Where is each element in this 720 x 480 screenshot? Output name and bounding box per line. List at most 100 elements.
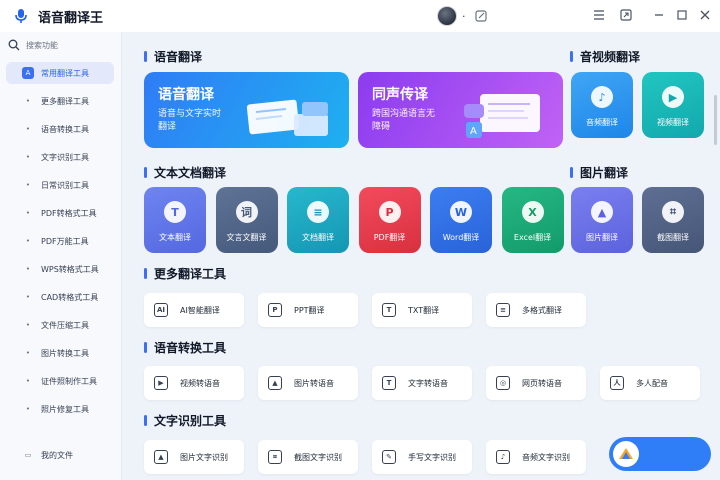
ocr-tools-card[interactable]: ✎ 手写文字识别 — [372, 440, 472, 474]
section-title-image-translate: 图片翻译 — [570, 164, 628, 181]
voice-tools-card[interactable]: ▲ 图片转语音 — [258, 366, 358, 400]
sidebar-item-4[interactable]: • 文字识别工具 — [6, 146, 114, 168]
user-name[interactable]: . — [462, 7, 466, 20]
more-tools-card[interactable]: P PPT翻译 — [258, 293, 358, 327]
compress-icon: • — [25, 321, 31, 329]
sidebar-item-label: 证件照制作工具 — [41, 376, 97, 386]
tile-av-1-icon: ♪ — [591, 86, 613, 108]
tool-icon: T — [382, 376, 396, 390]
microphone-icon — [12, 7, 30, 25]
ocr-tools-card[interactable]: ⌗ 截图文字识别 — [258, 440, 358, 474]
tool-label: 截图文字识别 — [294, 452, 342, 462]
voice-tools-card[interactable]: T 文字转语音 — [372, 366, 472, 400]
tool-label: 文字转语音 — [408, 378, 448, 388]
wps-icon: • — [25, 265, 31, 273]
voice-tools-card[interactable]: 人 多人配音 — [600, 366, 700, 400]
id-photo-icon: • — [25, 377, 31, 385]
tool-icon: ♪ — [496, 450, 510, 464]
sidebar-item-label: PDF转格式工具 — [41, 208, 97, 218]
ocr-tools-card[interactable]: ♪ 音频文字识别 — [486, 440, 586, 474]
sidebar-item-label: 常用翻译工具 — [41, 68, 89, 78]
voice-tools-card[interactable]: ◎ 网页转语音 — [486, 366, 586, 400]
scrollbar[interactable] — [714, 95, 717, 145]
section-title-doc-translate: 文本文档翻译 — [144, 164, 226, 181]
screenshot-icon[interactable] — [619, 8, 633, 22]
text-recognition-icon: • — [25, 153, 31, 161]
menu-icon[interactable] — [592, 8, 606, 22]
tile-image-1[interactable]: ▲ 图片翻译 — [571, 187, 633, 253]
sidebar-item-1[interactable]: A 常用翻译工具 — [6, 62, 114, 84]
section-title-av-translate: 音视频翻译 — [570, 48, 640, 65]
more-tools-card[interactable]: T TXT翻译 — [372, 293, 472, 327]
tool-label: 多人配音 — [636, 378, 668, 388]
tile-label: 文本翻译 — [159, 233, 191, 242]
sidebar-item-5[interactable]: • 日常识别工具 — [6, 174, 114, 196]
tile-label: PDF翻译 — [373, 233, 406, 242]
tile-doc-1[interactable]: T 文本翻译 — [144, 187, 206, 253]
tool-label: 图片转语音 — [294, 378, 334, 388]
chat-illustration-icon — [246, 99, 328, 136]
edit-icon[interactable] — [474, 8, 488, 22]
sidebar-item-6[interactable]: • PDF转格式工具 — [6, 202, 114, 224]
tile-doc-4-icon: P — [378, 201, 401, 223]
maximize-icon[interactable] — [675, 8, 689, 22]
tile-av-1[interactable]: ♪ 音频翻译 — [571, 72, 633, 138]
tile-doc-6-icon: X — [521, 201, 544, 223]
tile-image-2[interactable]: ⌗ 截图翻译 — [642, 187, 704, 253]
sidebar-item-11[interactable]: • 图片转换工具 — [6, 342, 114, 364]
voice-translate-banner[interactable]: 语音翻译 语音与文字实时 翻译 — [144, 72, 349, 148]
ocr-tools-card[interactable]: ▲ 图片文字识别 — [144, 440, 244, 474]
sidebar-item-2[interactable]: • 更多翻译工具 — [6, 90, 114, 112]
sidebar: 搜索功能 A 常用翻译工具 • 更多翻译工具 • 语音转换工具 • 文字识别工具 • 日常识别工具… — [0, 32, 122, 480]
tile-image-2-icon: ⌗ — [662, 201, 684, 223]
tool-icon: ◎ — [496, 376, 510, 390]
tile-doc-2[interactable]: 词文言文翻译 — [215, 187, 278, 253]
tile-doc-6[interactable]: X Excel翻译 — [501, 187, 564, 253]
sidebar-item-10[interactable]: • 文件压缩工具 — [6, 314, 114, 336]
tile-label: Word翻译 — [442, 233, 480, 242]
voice-tools-card[interactable]: ▶ 视频转语音 — [144, 366, 244, 400]
tile-doc-5[interactable]: W Word翻译 — [430, 187, 492, 253]
tile-av-2[interactable]: ▶ 视频翻译 — [642, 72, 704, 138]
interpretation-illustration-icon: A — [464, 94, 540, 138]
sidebar-item-my-files[interactable]: ▭ 我的文件 — [6, 444, 114, 466]
minimize-icon[interactable] — [652, 8, 666, 22]
tile-doc-3[interactable]: ≡ 文档翻译 — [287, 187, 349, 253]
tile-doc-5-icon: W — [450, 201, 472, 223]
tool-icon: 人 — [610, 376, 624, 390]
more-tools-card[interactable]: AI AI智能翻译 — [144, 293, 244, 327]
tool-icon: ▲ — [154, 450, 168, 464]
user-avatar[interactable] — [437, 6, 457, 26]
sidebar-item-label: CAD转格式工具 — [41, 292, 99, 302]
tile-label: 视频翻译 — [657, 118, 689, 127]
tile-doc-3-icon: ≡ — [307, 201, 329, 223]
more-tools-card[interactable]: ≡ 多格式翻译 — [486, 293, 586, 327]
sidebar-item-label: 图片转换工具 — [41, 348, 89, 358]
tool-icon: ▶ — [154, 376, 168, 390]
tile-label: 文档翻译 — [302, 233, 334, 242]
sidebar-item-7[interactable]: • PDF万能工具 — [6, 230, 114, 252]
tool-icon: ▲ — [268, 376, 282, 390]
sidebar-item-8[interactable]: • WPS转格式工具 — [6, 258, 114, 280]
tile-label: Excel翻译 — [513, 233, 552, 242]
sidebar-item-12[interactable]: • 证件照制作工具 — [6, 370, 114, 392]
sidebar-item-label: 语音转换工具 — [41, 124, 89, 134]
sidebar-item-13[interactable]: • 照片修复工具 — [6, 398, 114, 420]
sidebar-item-label: 文件压缩工具 — [41, 320, 89, 330]
logo-icon — [613, 441, 639, 467]
tile-label: 图片翻译 — [586, 233, 618, 242]
tool-label: TXT翻译 — [408, 305, 440, 315]
close-icon[interactable] — [698, 8, 712, 22]
sidebar-item-9[interactable]: • CAD转格式工具 — [6, 286, 114, 308]
tool-icon: P — [268, 303, 282, 317]
tile-image-1-icon: ▲ — [591, 201, 613, 223]
main-content: 语音翻译 音视频翻译 语音翻译 语音与文字实时 翻译 同声传译 跨国沟通语言无 障碍… — [122, 32, 720, 480]
search-input[interactable]: 搜索功能 — [26, 40, 58, 51]
image-convert-icon: • — [25, 349, 31, 357]
simultaneous-interpretation-banner[interactable]: 同声传译 跨国沟通语言无 障碍 A — [358, 72, 563, 148]
search-box[interactable]: 搜索功能 — [8, 34, 114, 56]
search-icon — [8, 36, 20, 55]
tool-label: 手写文字识别 — [408, 452, 456, 462]
tile-doc-4[interactable]: P PDF翻译 — [358, 187, 421, 253]
sidebar-item-3[interactable]: • 语音转换工具 — [6, 118, 114, 140]
